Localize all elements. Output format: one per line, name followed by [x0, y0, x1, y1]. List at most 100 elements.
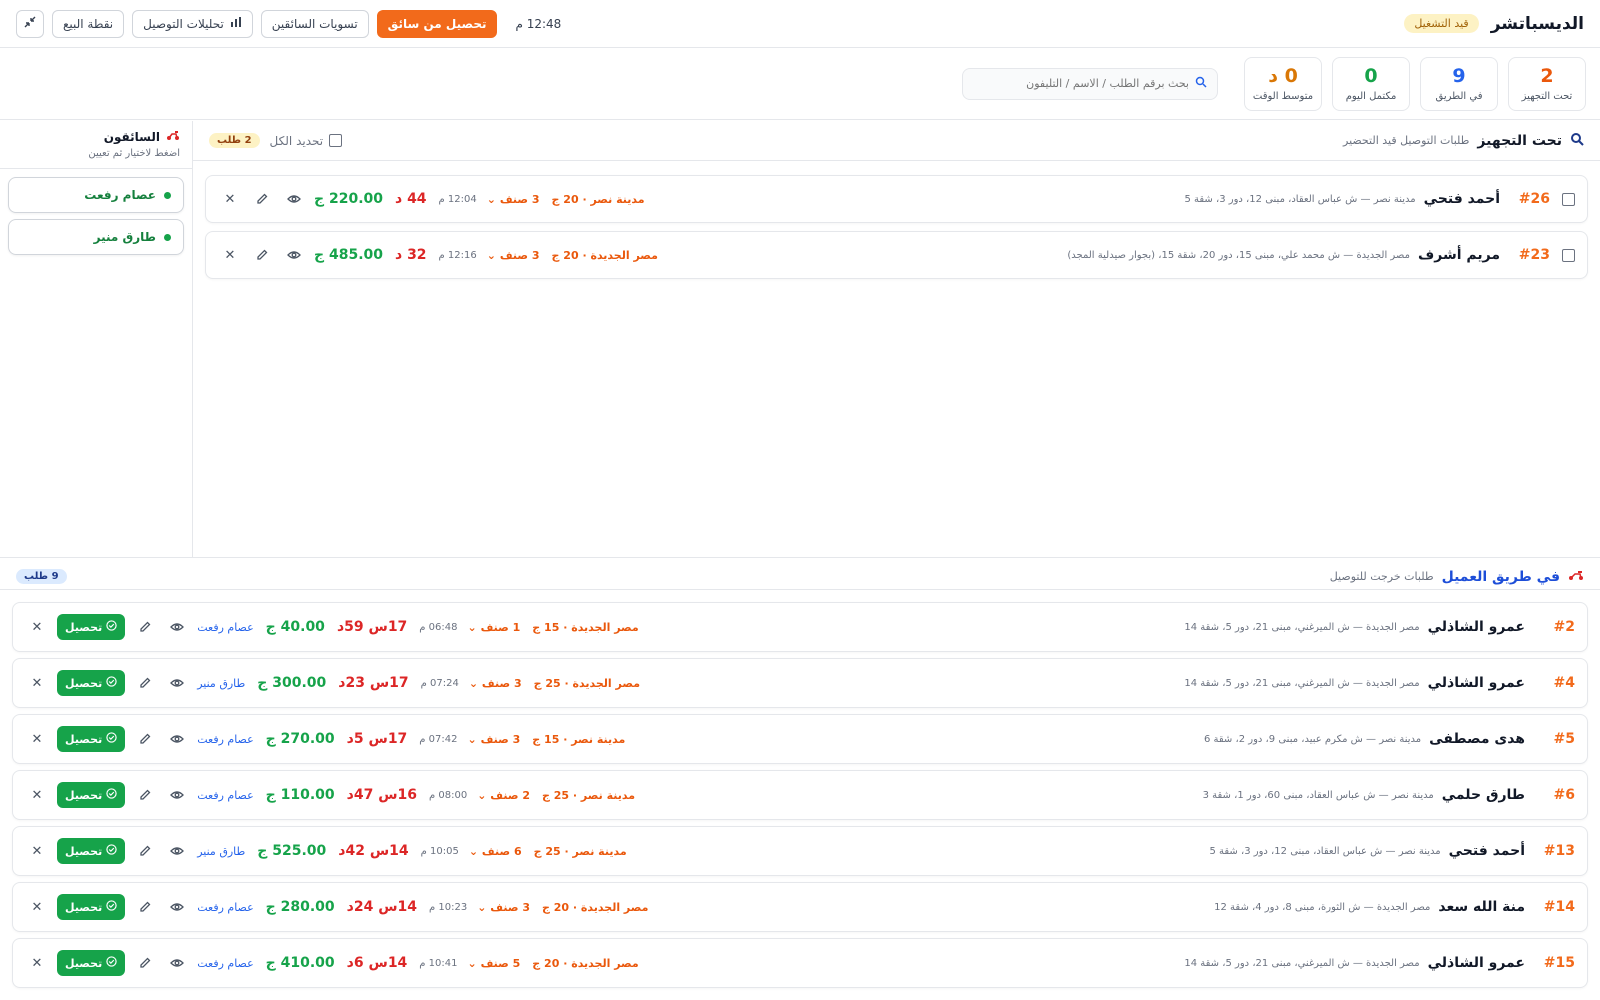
- eye-icon[interactable]: [165, 671, 189, 695]
- close-icon[interactable]: ✕: [218, 243, 242, 267]
- eye-icon[interactable]: [165, 615, 189, 639]
- on-way-count-badge: 9 طلب: [16, 569, 67, 584]
- edit-icon[interactable]: [133, 615, 157, 639]
- online-status-icon: [164, 233, 171, 241]
- close-icon[interactable]: ✕: [25, 951, 49, 975]
- order-address: مدينة نصر — ش عباس العقاد، مبنى 12، دور …: [1184, 193, 1416, 205]
- order-row[interactable]: #4 عمرو الشاذلي مصر الجديدة — ش الميرغني…: [12, 658, 1588, 708]
- scooter-icon: [1568, 569, 1584, 584]
- order-zone: مدينة نصر · 20 ج: [551, 192, 645, 206]
- collect-button[interactable]: تحصيل: [57, 670, 126, 696]
- order-checkbox[interactable]: [1562, 248, 1575, 262]
- assigned-driver[interactable]: عصام رفعت: [197, 621, 253, 634]
- order-row[interactable]: #5 هدى مصطفى مدينة نصر — ش مكرم عبيد، مب…: [12, 714, 1588, 764]
- assigned-driver[interactable]: طارق منير: [197, 677, 245, 690]
- close-icon[interactable]: ✕: [25, 839, 49, 863]
- assigned-driver[interactable]: عصام رفعت: [197, 901, 253, 914]
- collect-from-driver-button[interactable]: تحصيل من سائق: [376, 9, 498, 38]
- items-toggle[interactable]: 2 صنف ⌄: [477, 789, 530, 802]
- chevron-down-icon: ⌄: [486, 248, 496, 262]
- assigned-driver[interactable]: طارق منير: [197, 845, 245, 858]
- order-row[interactable]: #2 عمرو الشاذلي مصر الجديدة — ش الميرغني…: [12, 602, 1588, 652]
- order-zone: مصر الجديدة · 20 ج: [542, 900, 649, 914]
- close-icon[interactable]: ✕: [25, 615, 49, 639]
- order-amount: 525.00 ج: [257, 843, 327, 859]
- order-zone: مصر الجديدة · 20 ج: [532, 956, 639, 970]
- assigned-driver[interactable]: عصام رفعت: [197, 957, 253, 970]
- eye-icon[interactable]: [165, 839, 189, 863]
- order-row[interactable]: #14 منة الله سعد مصر الجديدة — ش الثورة،…: [12, 882, 1588, 932]
- elapsed-time: 44 د: [395, 191, 427, 207]
- order-row[interactable]: #15 عمرو الشاذلي مصر الجديدة — ش الميرغن…: [12, 938, 1588, 988]
- collect-button[interactable]: تحصيل: [57, 894, 126, 920]
- driver-card[interactable]: طارق منير: [8, 219, 184, 255]
- on-way-title-group: في طريق العميل طلبات خرجت للتوصيل: [1330, 569, 1584, 585]
- chevron-down-icon: ⌄: [477, 788, 487, 802]
- close-icon[interactable]: ✕: [25, 671, 49, 695]
- collect-button[interactable]: تحصيل: [57, 614, 126, 640]
- order-time: 06:48 م: [419, 621, 458, 633]
- items-toggle[interactable]: 3 صنف ⌄: [469, 677, 522, 690]
- assigned-driver[interactable]: عصام رفعت: [197, 789, 253, 802]
- items-toggle[interactable]: 3 صنف ⌄: [487, 249, 540, 262]
- close-icon[interactable]: ✕: [25, 895, 49, 919]
- order-row[interactable]: #6 طارق حلمي مدينة نصر — ش عباس العقاد، …: [12, 770, 1588, 820]
- items-toggle[interactable]: 1 صنف ⌄: [468, 621, 521, 634]
- order-amount: 280.00 ج: [265, 899, 335, 915]
- edit-icon[interactable]: [133, 671, 157, 695]
- items-count: 5 صنف: [480, 956, 521, 970]
- close-icon[interactable]: ✕: [218, 187, 242, 211]
- eye-icon[interactable]: [165, 727, 189, 751]
- on-way-header: في طريق العميل طلبات خرجت للتوصيل 9 طلب: [0, 564, 1600, 590]
- collect-button[interactable]: تحصيل: [57, 782, 126, 808]
- eye-icon[interactable]: [165, 951, 189, 975]
- items-toggle[interactable]: 3 صنف ⌄: [477, 901, 530, 914]
- collect-button[interactable]: تحصيل: [57, 726, 126, 752]
- collect-label: تحصيل: [65, 676, 103, 690]
- items-toggle[interactable]: 3 صنف ⌄: [468, 733, 521, 746]
- chevron-down-icon: ⌄: [486, 192, 496, 206]
- pos-button[interactable]: نقطة البيع: [52, 9, 125, 38]
- edit-icon[interactable]: [133, 951, 157, 975]
- order-row[interactable]: #23 مريم أشرف مصر الجديدة — ش محمد علي، …: [205, 231, 1588, 279]
- eye-icon[interactable]: [165, 895, 189, 919]
- order-id: #5: [1553, 731, 1575, 747]
- eye-icon[interactable]: [165, 783, 189, 807]
- items-count: 3 صنف: [490, 900, 531, 914]
- select-all[interactable]: تحديد الكل: [270, 134, 343, 148]
- elapsed-time: 16س 47د: [346, 787, 418, 803]
- eye-icon[interactable]: [282, 187, 306, 211]
- close-icon[interactable]: ✕: [25, 783, 49, 807]
- customer-name: أحمد فتحي: [1423, 191, 1500, 207]
- driver-card[interactable]: عصام رفعت: [8, 177, 184, 213]
- order-row[interactable]: #13 أحمد فتحي مدينة نصر — ش عباس العقاد،…: [12, 826, 1588, 876]
- collect-button[interactable]: تحصيل: [57, 838, 126, 864]
- order-checkbox[interactable]: [1562, 192, 1575, 206]
- select-all-checkbox[interactable]: [329, 134, 343, 147]
- edit-icon[interactable]: [250, 187, 274, 211]
- items-toggle[interactable]: 3 صنف ⌄: [487, 193, 540, 206]
- edit-icon[interactable]: [133, 895, 157, 919]
- edit-icon[interactable]: [133, 727, 157, 751]
- order-row[interactable]: #26 أحمد فتحي مدينة نصر — ش عباس العقاد،…: [205, 175, 1588, 223]
- edit-icon[interactable]: [133, 783, 157, 807]
- delivery-analytics-button[interactable]: تحليلات التوصيل: [132, 9, 253, 38]
- items-toggle[interactable]: 5 صنف ⌄: [468, 957, 521, 970]
- close-icon[interactable]: ✕: [25, 727, 49, 751]
- stat-completed: 0 مكتمل اليوم: [1332, 56, 1410, 111]
- edit-icon[interactable]: [250, 243, 274, 267]
- order-address: مصر الجديدة — ش محمد علي، مبنى 15، دور 2…: [1067, 249, 1410, 261]
- search-input[interactable]: [973, 77, 1189, 90]
- minimize-button[interactable]: [16, 9, 44, 38]
- collect-label: تحصيل: [65, 844, 103, 858]
- status-badge: قيد التشغيل: [1404, 14, 1479, 33]
- stat-label: في الطريق: [1435, 91, 1483, 102]
- order-amount: 110.00 ج: [265, 787, 335, 803]
- driver-settlements-button[interactable]: تسويات السائقين: [260, 9, 369, 38]
- eye-icon[interactable]: [282, 243, 306, 267]
- assigned-driver[interactable]: عصام رفعت: [197, 733, 253, 746]
- edit-icon[interactable]: [133, 839, 157, 863]
- stat-value: 0 د: [1268, 65, 1298, 87]
- items-toggle[interactable]: 6 صنف ⌄: [469, 845, 522, 858]
- collect-button[interactable]: تحصيل: [57, 950, 126, 976]
